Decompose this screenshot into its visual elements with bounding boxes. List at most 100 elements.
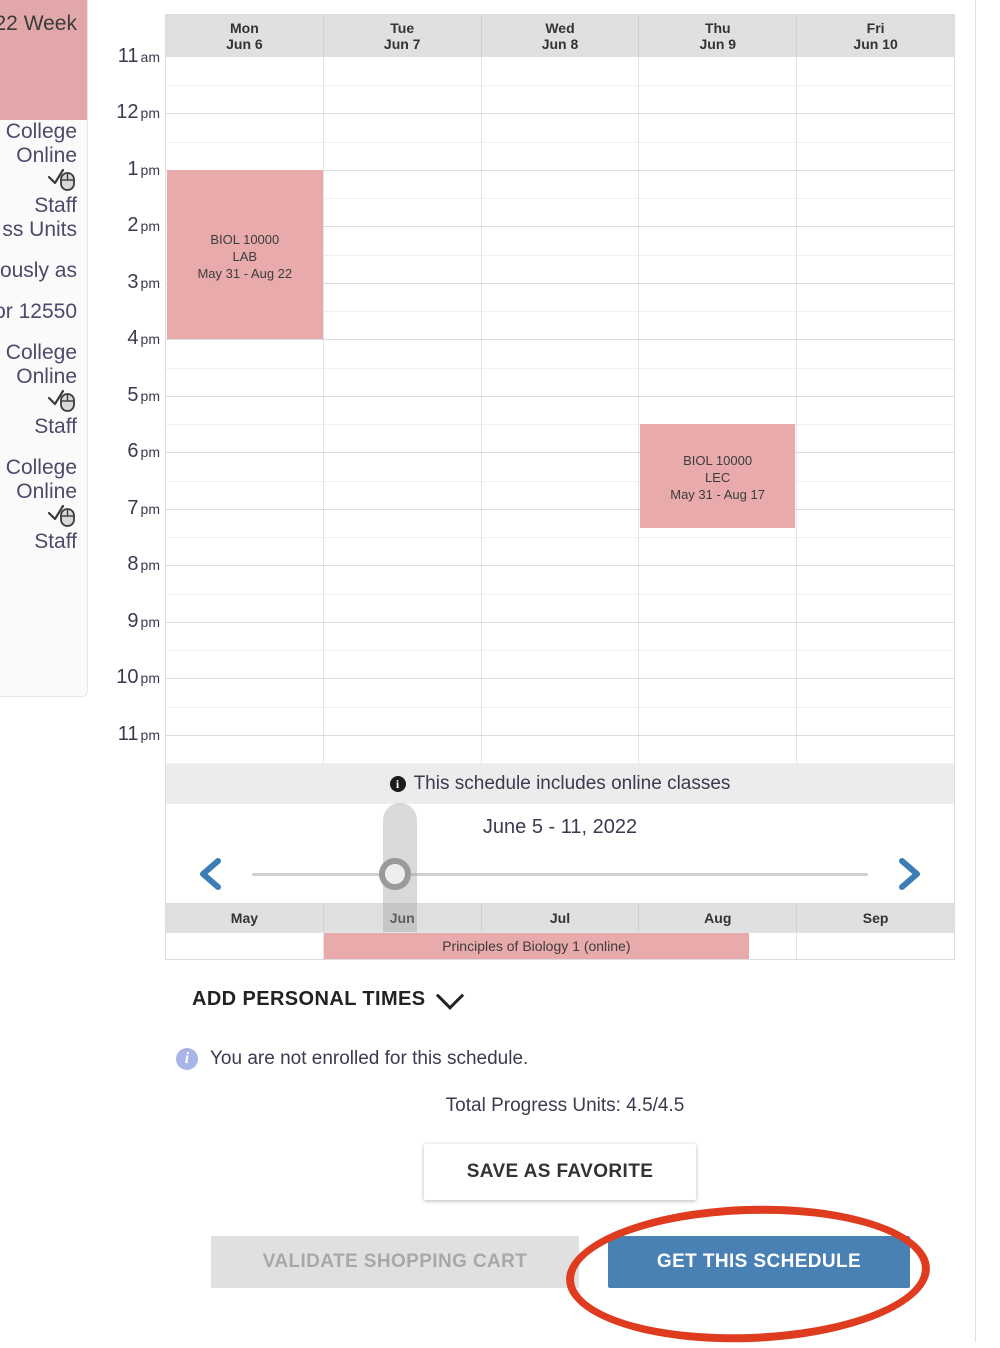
time-hour: 11 (117, 45, 139, 67)
calendar-column-mon[interactable] (166, 57, 323, 763)
half-hour-gridline (166, 593, 954, 595)
prev-week-button[interactable] (188, 851, 234, 897)
time-meridiem: pm (140, 274, 160, 291)
info-icon: i (176, 1048, 198, 1070)
info-circle-icon: i (389, 776, 406, 792)
get-this-schedule-button[interactable]: GET THIS SCHEDULE (608, 1236, 910, 1288)
month-label-jul[interactable]: Jul (480, 904, 639, 932)
term-month-cell (166, 933, 323, 959)
time-meridiem: pm (140, 726, 160, 743)
time-hour: 1 (127, 157, 139, 180)
month-label-may[interactable]: May (166, 904, 323, 932)
panel-section-5: College Online Staff (0, 456, 87, 554)
calendar-grid (166, 57, 954, 763)
enrollment-status: i You are not enrolled for this schedule… (176, 1048, 528, 1070)
panel-header: Aug 22 Week (0, 0, 87, 120)
half-hour-gridline (166, 367, 954, 369)
next-week-button[interactable] (886, 851, 932, 897)
validate-shopping-cart-button[interactable]: VALIDATE SHOPPING CART (211, 1236, 579, 1288)
time-meridiem: pm (140, 161, 160, 178)
calendar-event[interactable]: BIOL 10000 LAB May 31 - Aug 22 (167, 169, 323, 340)
time-label: 6 pm (127, 441, 160, 461)
panel-text: Online (16, 365, 77, 388)
time-meridiem: pm (140, 387, 160, 404)
time-hour: 9 (127, 609, 139, 632)
half-hour-gridline (166, 424, 954, 426)
time-meridiem: pm (140, 670, 160, 687)
day-of-week: Wed (545, 20, 575, 36)
panel-section-1: College Online Staff ss Units (0, 120, 87, 242)
panel-text: College (5, 341, 77, 364)
panel-spacer (0, 242, 87, 259)
time-hour: 6 (127, 440, 139, 463)
timeline-track-area[interactable] (234, 803, 886, 955)
weekly-schedule-calendar: Mon Jun 6 Tue Jun 7 Wed Jun 8 Thu Jun 9 Fri Jun 1… (165, 14, 955, 960)
calendar-day-header-thu: Thu Jun 9 (638, 15, 796, 57)
hour-gridline (166, 395, 954, 397)
time-meridiem: pm (140, 613, 160, 630)
month-label-sep[interactable]: Sep (796, 904, 954, 932)
time-label: 11 am (118, 46, 160, 66)
calendar-body: BIOL 10000 LAB May 31 - Aug 22 BIOL 10000 LE… (166, 57, 954, 764)
event-component: LAB (232, 249, 258, 265)
time-meridiem: pm (140, 331, 160, 348)
timeline-slider-row (166, 803, 954, 955)
day-of-week: Tue (390, 20, 415, 36)
timeline-slider-handle[interactable] (369, 803, 421, 955)
time-label: 7 pm (127, 498, 160, 518)
time-label: 9 pm (127, 611, 160, 631)
time-label: 2 pm (127, 215, 160, 235)
day-of-week: Thu (704, 20, 731, 36)
panel-text: or 12550 (0, 300, 77, 323)
time-hour: 10 (116, 666, 139, 689)
mouse-online-icon (0, 389, 77, 415)
day-date: Jun 6 (226, 36, 263, 52)
hour-gridline (166, 339, 954, 341)
panel-text: Online (16, 144, 77, 167)
panel-text: Staff (34, 194, 77, 217)
time-label: 8 pm (127, 554, 160, 574)
calendar-day-header-tue: Tue Jun 7 (322, 15, 481, 57)
chevron-down-icon (435, 981, 464, 1010)
add-personal-times-toggle[interactable]: ADD PERSONAL TIMES (192, 981, 464, 1011)
month-label-aug[interactable]: Aug (638, 904, 796, 932)
calendar-column-thu[interactable] (638, 57, 796, 763)
panel-text: Staff (34, 415, 77, 438)
time-hour: 8 (127, 553, 139, 576)
panel-spacer (0, 439, 87, 456)
panel-text: ously as (0, 259, 77, 282)
time-meridiem: pm (140, 500, 160, 517)
half-hour-gridline (166, 85, 954, 87)
calendar-column-fri[interactable] (796, 57, 954, 763)
hour-gridline (166, 678, 954, 680)
time-label: 1 pm (127, 159, 160, 179)
page-right-border (975, 0, 976, 1342)
hour-gridline (166, 565, 954, 567)
time-label: 10 pm (116, 667, 160, 687)
panel-text: Staff (34, 530, 77, 553)
hour-gridline (166, 508, 954, 510)
time-label: 11 pm (118, 724, 160, 744)
calendar-column-tue[interactable] (322, 57, 481, 763)
event-dates: May 31 - Aug 17 (670, 487, 765, 503)
time-meridiem: pm (140, 218, 160, 235)
mouse-online-icon (0, 504, 77, 530)
timeline-range-section: June 5 - 11, 2022 (166, 803, 954, 955)
time-meridiem: pm (140, 444, 160, 461)
term-course-bar[interactable]: Principles of Biology 1 (online) (323, 933, 750, 959)
save-as-favorite-button[interactable]: SAVE AS FAVORITE (424, 1144, 696, 1200)
time-gutter: 11 am 12 pm 1 pm 2 pm 3 pm 4 pm 5 pm 6 pm 7 pm 8 pm 9 pm 10 pm 1… (90, 14, 165, 762)
date-range-label: June 5 - 11, 2022 (482, 816, 638, 838)
timeline-track[interactable] (252, 873, 868, 876)
calendar-event[interactable]: BIOL 10000 LEC May 31 - Aug 17 (639, 424, 796, 528)
panel-header-line-1: Aug 22 (0, 12, 18, 35)
time-hour: 2 (127, 214, 139, 237)
half-hour-gridline (166, 141, 954, 143)
day-date: Jun 7 (383, 36, 421, 52)
online-classes-notice: i This schedule includes online classes (166, 763, 954, 804)
hour-gridline (166, 113, 954, 115)
event-dates: May 31 - Aug 22 (197, 266, 293, 282)
calendar-column-wed[interactable] (480, 57, 639, 763)
day-of-week: Mon (230, 20, 259, 36)
month-strip: May Jun Jul Aug Sep (166, 903, 954, 932)
